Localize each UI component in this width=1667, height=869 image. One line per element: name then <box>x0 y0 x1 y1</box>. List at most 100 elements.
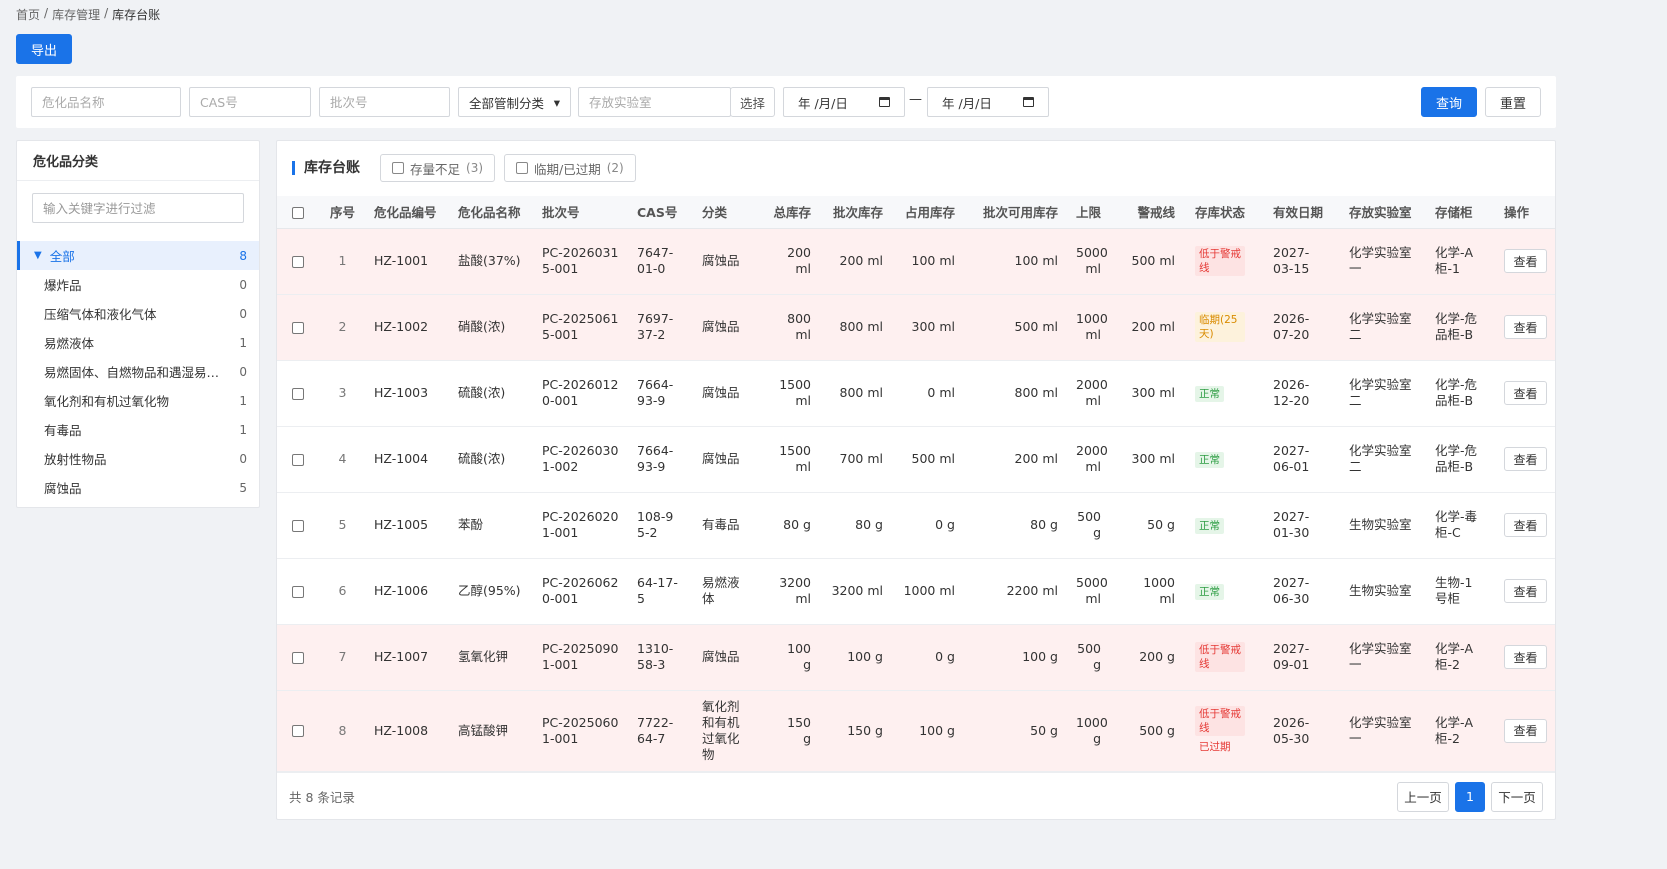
calendar-icon[interactable] <box>1023 97 1034 107</box>
start-date-input[interactable]: 年 /月/日 <box>783 87 905 117</box>
lab-input[interactable] <box>578 87 731 117</box>
status-badge: 低于警戒线 <box>1195 642 1245 672</box>
select-all-checkbox[interactable] <box>292 206 304 219</box>
row-checkbox[interactable] <box>292 651 304 664</box>
export-button[interactable]: 导出 <box>16 34 72 64</box>
cell-total-stock: 800 ml <box>763 294 819 361</box>
row-select-cell <box>277 492 315 559</box>
reset-button[interactable]: 重置 <box>1485 87 1541 117</box>
view-button[interactable]: 查看 <box>1504 249 1547 273</box>
cas-input[interactable] <box>189 87 311 117</box>
tree-item-category[interactable]: 有毒品 1 <box>17 415 259 444</box>
cell-expire-date: 2027-03-15 <box>1269 228 1345 295</box>
caret-down-icon[interactable]: ▼ <box>34 250 42 261</box>
breadcrumb-home[interactable]: 首页 <box>16 6 40 23</box>
query-button[interactable]: 查询 <box>1421 87 1477 117</box>
cell-cas: 7664-93-9 <box>633 360 698 427</box>
view-button[interactable]: 查看 <box>1504 718 1547 743</box>
row-checkbox[interactable] <box>292 255 304 268</box>
cell-warn-line: 300 ml <box>1109 426 1183 493</box>
tree-item-category[interactable]: 压缩气体和液化气体 0 <box>17 299 259 328</box>
cell-lab: 生物实验室 <box>1345 558 1431 625</box>
tree-item-category[interactable]: 爆炸品 0 <box>17 270 259 299</box>
cell-action: 查看 <box>1500 426 1555 493</box>
row-checkbox[interactable] <box>292 725 304 737</box>
cell-cas: 7664-93-9 <box>633 426 698 493</box>
row-checkbox[interactable] <box>292 321 304 334</box>
end-date-input[interactable]: 年 /月/日 <box>927 87 1049 117</box>
cell-batch: PC-20260120-001 <box>538 360 633 427</box>
cell-batch-stock: 200 ml <box>819 228 891 295</box>
breadcrumb-inventory[interactable]: 库存管理 <box>52 6 100 23</box>
tree-item-category[interactable]: 氧化剂和有机过氧化物 1 <box>17 386 259 415</box>
cell-action: 查看 <box>1500 492 1555 559</box>
cell-name: 氢氧化钾 <box>454 624 538 691</box>
cell-name: 硫酸(浓) <box>454 360 538 427</box>
cell-available-stock: 800 ml <box>963 360 1066 427</box>
cell-batch: PC-20250615-001 <box>538 294 633 361</box>
cell-total-stock: 3200 ml <box>763 558 819 625</box>
row-checkbox[interactable] <box>292 387 304 400</box>
cell-batch-stock: 800 ml <box>819 360 891 427</box>
view-button[interactable]: 查看 <box>1504 645 1547 669</box>
tree-item-category[interactable]: 腐蚀品 5 <box>17 473 259 502</box>
cell-available-stock: 50 g <box>963 690 1066 772</box>
status-badge: 正常 <box>1195 583 1224 600</box>
category-filter-input[interactable] <box>32 193 244 223</box>
tree-item-all[interactable]: ▼ 全部 8 <box>17 241 259 270</box>
tree-item-category[interactable]: 放射性物品 0 <box>17 444 259 473</box>
cell-seq: 4 <box>315 426 370 493</box>
cell-seq: 8 <box>315 690 370 772</box>
low-stock-checkbox[interactable] <box>392 162 404 174</box>
row-checkbox[interactable] <box>292 453 304 466</box>
view-button[interactable]: 查看 <box>1504 513 1547 537</box>
chemical-name-input[interactable] <box>31 87 181 117</box>
tree-item-category[interactable]: 易燃固体、自燃物品和遇湿易燃物品 0 <box>17 357 259 386</box>
column-header: 有效日期 <box>1269 196 1345 229</box>
cell-batch-stock: 80 g <box>819 492 891 559</box>
table-row: 5 HZ-1005 苯酚 PC-20260201-001 108-95-2 有毒… <box>277 492 1555 559</box>
tree-item-category[interactable]: 易燃液体 1 <box>17 328 259 357</box>
view-button[interactable]: 查看 <box>1504 315 1547 339</box>
next-page-button[interactable]: 下一页 <box>1491 781 1543 812</box>
row-checkbox[interactable] <box>292 585 304 598</box>
cell-warn-line: 50 g <box>1109 492 1183 559</box>
column-header: 批次库存 <box>819 196 891 229</box>
cell-status: 正常 <box>1183 426 1269 493</box>
cell-batch: PC-20250901-001 <box>538 624 633 691</box>
column-header: 占用库存 <box>891 196 963 229</box>
lab-select-button[interactable]: 选择 <box>730 87 775 117</box>
cell-name: 硝酸(浓) <box>454 294 538 361</box>
chip-label: 临期/已过期 <box>534 161 601 177</box>
prev-page-button[interactable]: 上一页 <box>1397 781 1449 812</box>
start-date-value: 年 /月/日 <box>798 95 848 111</box>
cell-batch: PC-20260315-001 <box>538 228 633 295</box>
tree-item-count: 0 <box>239 364 247 379</box>
cell-seq: 1 <box>315 228 370 295</box>
tree-item-label: 放射性物品 <box>44 452 107 467</box>
cell-code: HZ-1004 <box>370 426 454 493</box>
cell-status: 低于警戒线 <box>1183 624 1269 691</box>
cell-lab: 化学实验室一 <box>1345 624 1431 691</box>
cell-action: 查看 <box>1500 360 1555 427</box>
calendar-icon[interactable] <box>879 97 890 107</box>
page-number-button[interactable]: 1 <box>1455 781 1485 812</box>
column-header: 存储柜 <box>1431 196 1500 229</box>
view-button[interactable]: 查看 <box>1504 381 1547 405</box>
view-button[interactable]: 查看 <box>1504 579 1547 603</box>
cell-status: 正常 <box>1183 558 1269 625</box>
low-stock-filter-chip[interactable]: 存量不足 (3) <box>380 154 496 182</box>
column-header: 危化品名称 <box>454 196 538 229</box>
cell-code: HZ-1002 <box>370 294 454 361</box>
view-button[interactable]: 查看 <box>1504 447 1547 471</box>
batch-input[interactable] <box>319 87 450 117</box>
expiring-filter-chip[interactable]: 临期/已过期 (2) <box>504 154 636 182</box>
cell-seq: 2 <box>315 294 370 361</box>
expiring-checkbox[interactable] <box>516 162 529 174</box>
cell-warn-line: 200 g <box>1109 624 1183 691</box>
row-checkbox[interactable] <box>292 519 304 532</box>
category-select[interactable]: 全部管制分类 ▾ <box>458 87 571 117</box>
cell-lab: 化学实验室一 <box>1345 228 1431 295</box>
cell-total-stock: 150 g <box>763 690 819 772</box>
cell-cabinet: 化学-A柜-1 <box>1431 228 1500 295</box>
